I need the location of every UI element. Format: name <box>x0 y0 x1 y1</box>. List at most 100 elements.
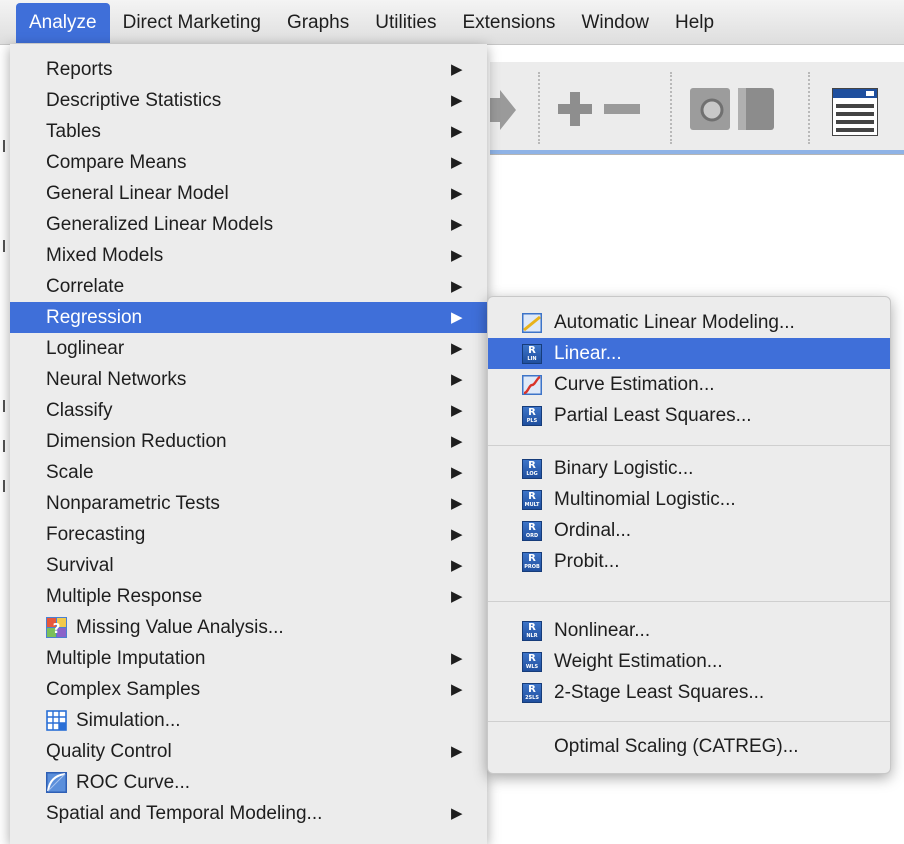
menu-item-label: Forecasting <box>46 524 146 545</box>
menu-extensions[interactable]: Extensions <box>449 3 568 43</box>
r-wls-icon: R WLS <box>522 652 542 672</box>
submenu-item-label: 2-Stage Least Squares... <box>554 682 765 703</box>
find-icon[interactable] <box>690 88 730 130</box>
submenu-item-label: Nonlinear... <box>554 620 651 641</box>
curve-estimation-icon <box>522 375 542 395</box>
r-prob-icon: R PROB <box>522 552 542 572</box>
r-mult-icon: R MULT <box>522 490 542 510</box>
submenu-arrow-icon: ▶ <box>451 495 463 512</box>
submenu-arrow-icon: ▶ <box>451 402 463 419</box>
roc-curve-icon <box>46 772 67 793</box>
menu-help[interactable]: Help <box>662 3 727 43</box>
submenu-item-curve-estimation[interactable]: Curve Estimation... <box>488 369 890 400</box>
menu-item-loglinear[interactable]: Loglinear ▶ <box>10 333 487 364</box>
plus-icon[interactable] <box>558 92 592 126</box>
submenu-item-label: Weight Estimation... <box>554 651 723 672</box>
submenu-item-label: Binary Logistic... <box>554 458 694 479</box>
menu-item-complex-samples[interactable]: Complex Samples ▶ <box>10 674 487 705</box>
menu-item-regression[interactable]: Regression ▶ <box>10 302 487 333</box>
menu-item-scale[interactable]: Scale ▶ <box>10 457 487 488</box>
menu-analyze[interactable]: Analyze <box>16 3 110 43</box>
submenu-arrow-icon: ▶ <box>451 805 463 822</box>
data-editor-toolbar <box>490 62 904 154</box>
analyze-menu: Reports ▶ Descriptive Statistics ▶ Tables ▶… <box>10 44 487 844</box>
menu-item-label: Regression <box>46 307 143 328</box>
r-log-icon: R LOG <box>522 459 542 479</box>
submenu-item-multinomial-logistic[interactable]: R MULT Multinomial Logistic... <box>488 484 890 515</box>
r-ord-icon: R ORD <box>522 521 542 541</box>
submenu-item-automatic-linear-modeling[interactable]: Automatic Linear Modeling... <box>488 307 890 338</box>
menu-item-label: Dimension Reduction <box>46 431 227 452</box>
submenu-item-nonlinear[interactable]: R NLR Nonlinear... <box>488 615 890 646</box>
submenu-item-linear[interactable]: R LIN Linear... <box>488 338 890 369</box>
submenu-arrow-icon: ▶ <box>451 433 463 450</box>
submenu-item-label: Ordinal... <box>554 520 632 541</box>
menu-item-label: Correlate <box>46 276 125 297</box>
r-lin-icon: R LIN <box>522 344 542 364</box>
menu-item-general-linear-model[interactable]: General Linear Model ▶ <box>10 178 487 209</box>
toolbar-divider-shadow <box>490 154 904 155</box>
forward-arrow-icon[interactable] <box>490 90 518 130</box>
go-to-case-icon[interactable] <box>738 88 774 130</box>
submenu-arrow-icon: ▶ <box>451 526 463 543</box>
menu-item-neural-networks[interactable]: Neural Networks ▶ <box>10 364 487 395</box>
submenu-item-label: Linear... <box>554 343 622 364</box>
menu-item-survival[interactable]: Survival ▶ <box>10 550 487 581</box>
submenu-arrow-icon: ▶ <box>451 309 463 326</box>
submenu-arrow-icon: ▶ <box>451 557 463 574</box>
menu-item-label: Descriptive Statistics <box>46 90 222 111</box>
menu-item-simulation[interactable]: Simulation... <box>10 705 487 736</box>
submenu-item-optimal-scaling[interactable]: Optimal Scaling (CATREG)... <box>488 731 890 762</box>
menu-item-label: Simulation... <box>76 710 181 731</box>
menu-item-mixed-models[interactable]: Mixed Models ▶ <box>10 240 487 271</box>
submenu-arrow-icon: ▶ <box>451 588 463 605</box>
automatic-linear-icon <box>522 313 542 333</box>
r-pls-icon: R PLS <box>522 406 542 426</box>
value-labels-icon[interactable] <box>832 88 878 136</box>
menu-graphs[interactable]: Graphs <box>274 3 362 43</box>
submenu-item-probit[interactable]: R PROB Probit... <box>488 546 890 577</box>
menu-item-label: Multiple Response <box>46 586 203 607</box>
menu-item-multiple-imputation[interactable]: Multiple Imputation ▶ <box>10 643 487 674</box>
submenu-separator <box>488 445 890 446</box>
submenu-item-label: Automatic Linear Modeling... <box>554 312 795 333</box>
menu-item-label: Survival <box>46 555 114 576</box>
menu-item-nonparametric-tests[interactable]: Nonparametric Tests ▶ <box>10 488 487 519</box>
submenu-item-label: Partial Least Squares... <box>554 405 752 426</box>
menu-item-correlate[interactable]: Correlate ▶ <box>10 271 487 302</box>
menu-window[interactable]: Window <box>568 3 662 43</box>
submenu-item-binary-logistic[interactable]: R LOG Binary Logistic... <box>488 453 890 484</box>
menu-utilities[interactable]: Utilities <box>362 3 449 43</box>
menu-item-roc-curve[interactable]: ROC Curve... <box>10 767 487 798</box>
menu-item-tables[interactable]: Tables ▶ <box>10 116 487 147</box>
menu-item-label: General Linear Model <box>46 183 229 204</box>
menu-item-forecasting[interactable]: Forecasting ▶ <box>10 519 487 550</box>
menu-item-multiple-response[interactable]: Multiple Response ▶ <box>10 581 487 612</box>
menu-item-classify[interactable]: Classify ▶ <box>10 395 487 426</box>
menu-item-reports[interactable]: Reports ▶ <box>10 54 487 85</box>
menu-item-dimension-reduction[interactable]: Dimension Reduction ▶ <box>10 426 487 457</box>
submenu-item-partial-least-squares[interactable]: R PLS Partial Least Squares... <box>488 400 890 431</box>
submenu-item-label: Curve Estimation... <box>554 374 715 395</box>
submenu-arrow-icon: ▶ <box>451 464 463 481</box>
menu-item-generalized-linear-models[interactable]: Generalized Linear Models ▶ <box>10 209 487 240</box>
submenu-arrow-icon: ▶ <box>451 92 463 109</box>
menu-item-label: Loglinear <box>46 338 125 359</box>
submenu-separator <box>488 721 890 722</box>
submenu-arrow-icon: ▶ <box>451 216 463 233</box>
minus-icon[interactable] <box>604 104 640 114</box>
menu-item-quality-control[interactable]: Quality Control ▶ <box>10 736 487 767</box>
menu-item-compare-means[interactable]: Compare Means ▶ <box>10 147 487 178</box>
menu-item-descriptive-statistics[interactable]: Descriptive Statistics ▶ <box>10 85 487 116</box>
submenu-item-2-stage-least-squares[interactable]: R 2SLS 2-Stage Least Squares... <box>488 677 890 708</box>
menu-item-missing-value-analysis[interactable]: ? Missing Value Analysis... <box>10 612 487 643</box>
menu-item-label: Nonparametric Tests <box>46 493 220 514</box>
submenu-item-weight-estimation[interactable]: R WLS Weight Estimation... <box>488 646 890 677</box>
submenu-arrow-icon: ▶ <box>451 123 463 140</box>
submenu-arrow-icon: ▶ <box>451 340 463 357</box>
menu-item-label: Multiple Imputation <box>46 648 206 669</box>
menu-item-spatial-temporal-modeling[interactable]: Spatial and Temporal Modeling... ▶ <box>10 798 487 829</box>
menu-item-label: Reports <box>46 59 113 80</box>
menu-direct-marketing[interactable]: Direct Marketing <box>110 3 274 43</box>
submenu-item-ordinal[interactable]: R ORD Ordinal... <box>488 515 890 546</box>
